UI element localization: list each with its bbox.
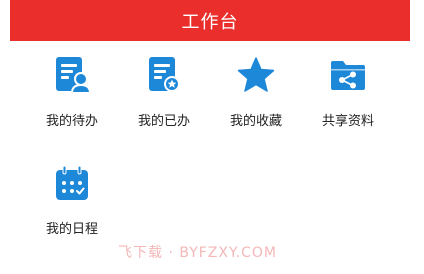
tile-label: 我的已办 [137, 114, 190, 129]
tile-shared-materials[interactable]: 共享资料 [308, 45, 388, 135]
star-icon [236, 55, 276, 95]
tile-my-pending[interactable]: 我的待办 [32, 45, 112, 135]
title-bar: 工作台 [10, 0, 410, 41]
tile-label: 共享资料 [321, 114, 374, 129]
shared-folder-icon [328, 55, 368, 95]
done-doc-star-icon [144, 55, 184, 95]
calendar-icon [52, 163, 92, 203]
tile-my-favorites[interactable]: 我的收藏 [216, 45, 296, 135]
tile-label: 我的待办 [45, 114, 98, 129]
tile-my-schedule[interactable]: 我的日程 [32, 153, 112, 243]
page-title: 工作台 [181, 11, 239, 33]
tile-label: 我的收藏 [229, 114, 282, 129]
tile-label: 我的日程 [45, 222, 98, 237]
watermark-text: 飞下载 · BYFZXY.COM [118, 245, 278, 261]
tile-my-done[interactable]: 我的已办 [124, 45, 204, 135]
workbench-screen: 工作台 我的待办 我的已办 我的收藏 共享资料 我的日程 飞下载 · BYFZX… [0, 0, 424, 274]
pending-doc-user-icon [52, 55, 92, 95]
